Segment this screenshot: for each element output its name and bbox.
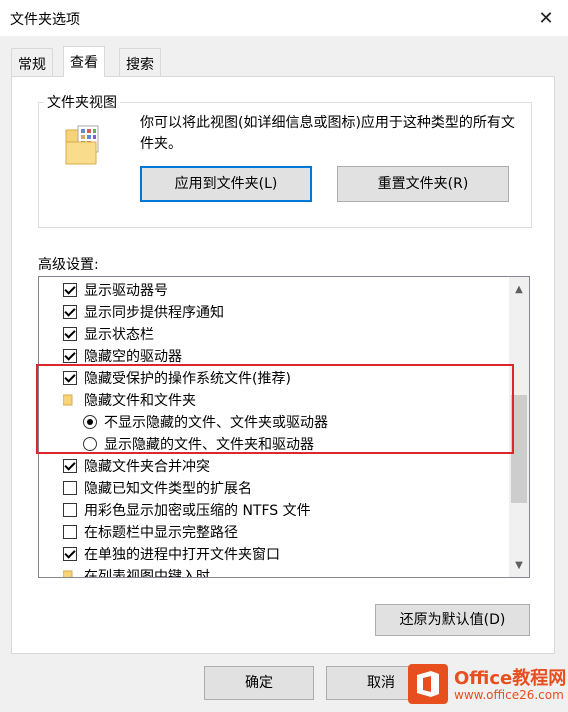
list-item-separate-process[interactable]: 在单独的进程中打开文件夹窗口 [39,543,509,565]
checkbox[interactable] [63,283,77,297]
checkbox[interactable] [63,547,77,561]
radio-button[interactable] [83,415,97,429]
reset-folders-button[interactable]: 重置文件夹(R) [337,166,509,202]
list-item-hide-protected-os-files[interactable]: 隐藏受保护的操作系统文件(推荐) [39,367,509,389]
tab-search[interactable]: 搜索 [119,48,161,76]
window-title: 文件夹选项 [10,12,80,28]
list-item-color-ntfs[interactable]: 用彩色显示加密或压缩的 NTFS 文件 [39,499,509,521]
advanced-settings-list[interactable]: 显示驱动器号 显示同步提供程序通知 显示状态栏 隐藏空的驱动器 隐藏受保护的操作… [38,276,530,578]
watermark-title: Office教程网 [454,668,567,689]
list-item-hide-merge-conflicts[interactable]: 隐藏文件夹合并冲突 [39,455,509,477]
watermark: Office教程网 www.office26.com [408,660,568,712]
ok-button[interactable]: 确定 [204,666,314,700]
apply-to-folders-button[interactable]: 应用到文件夹(L) [140,166,312,202]
scroll-up-icon[interactable]: ▲ [509,279,529,299]
folder-views-legend: 文件夹视图 [44,92,120,112]
folder-icon [63,570,73,577]
advanced-settings-label: 高级设置: [38,257,99,273]
folder-view-icon [65,125,99,165]
list-item-dont-show-hidden[interactable]: 不显示隐藏的文件、文件夹或驱动器 [39,411,509,433]
list-item-show-status-bar[interactable]: 显示状态栏 [39,323,509,345]
list-item-hide-extensions[interactable]: 隐藏已知文件类型的扩展名 [39,477,509,499]
list-item-show-sync-notifications[interactable]: 显示同步提供程序通知 [39,301,509,323]
checkbox[interactable] [63,459,77,473]
folder-views-description: 你可以将此视图(如详细信息或图标)应用于这种类型的所有文件夹。 [140,115,515,152]
folder-icon [63,394,73,406]
list-item-show-drive-letters[interactable]: 显示驱动器号 [39,279,509,301]
checkbox[interactable] [63,349,77,363]
tab-view[interactable]: 查看 [63,46,105,77]
checkbox[interactable] [63,525,77,539]
title-bar: 文件夹选项 ✕ [0,0,568,36]
checkbox[interactable] [63,503,77,517]
restore-defaults-button[interactable]: 还原为默认值(D) [375,604,530,636]
list-item-typing-in-list: 在列表视图中键入时 [39,565,509,577]
vertical-scrollbar[interactable]: ▲ ▼ [509,277,529,577]
list-item-hidden-files-group: 隐藏文件和文件夹 [39,389,509,411]
close-icon[interactable]: ✕ [532,4,560,32]
checkbox[interactable] [63,327,77,341]
checkbox[interactable] [63,371,77,385]
list-item-hide-empty-drives[interactable]: 隐藏空的驱动器 [39,345,509,367]
list-item-show-hidden[interactable]: 显示隐藏的文件、文件夹和驱动器 [39,433,509,455]
tab-general[interactable]: 常规 [11,48,53,76]
list-item-full-path-title[interactable]: 在标题栏中显示完整路径 [39,521,509,543]
radio-button[interactable] [83,437,97,451]
scroll-down-icon[interactable]: ▼ [509,555,529,575]
watermark-url: www.office26.com [454,688,564,702]
checkbox[interactable] [63,305,77,319]
office-logo-icon [408,664,448,704]
checkbox[interactable] [63,481,77,495]
scroll-thumb[interactable] [511,395,527,503]
